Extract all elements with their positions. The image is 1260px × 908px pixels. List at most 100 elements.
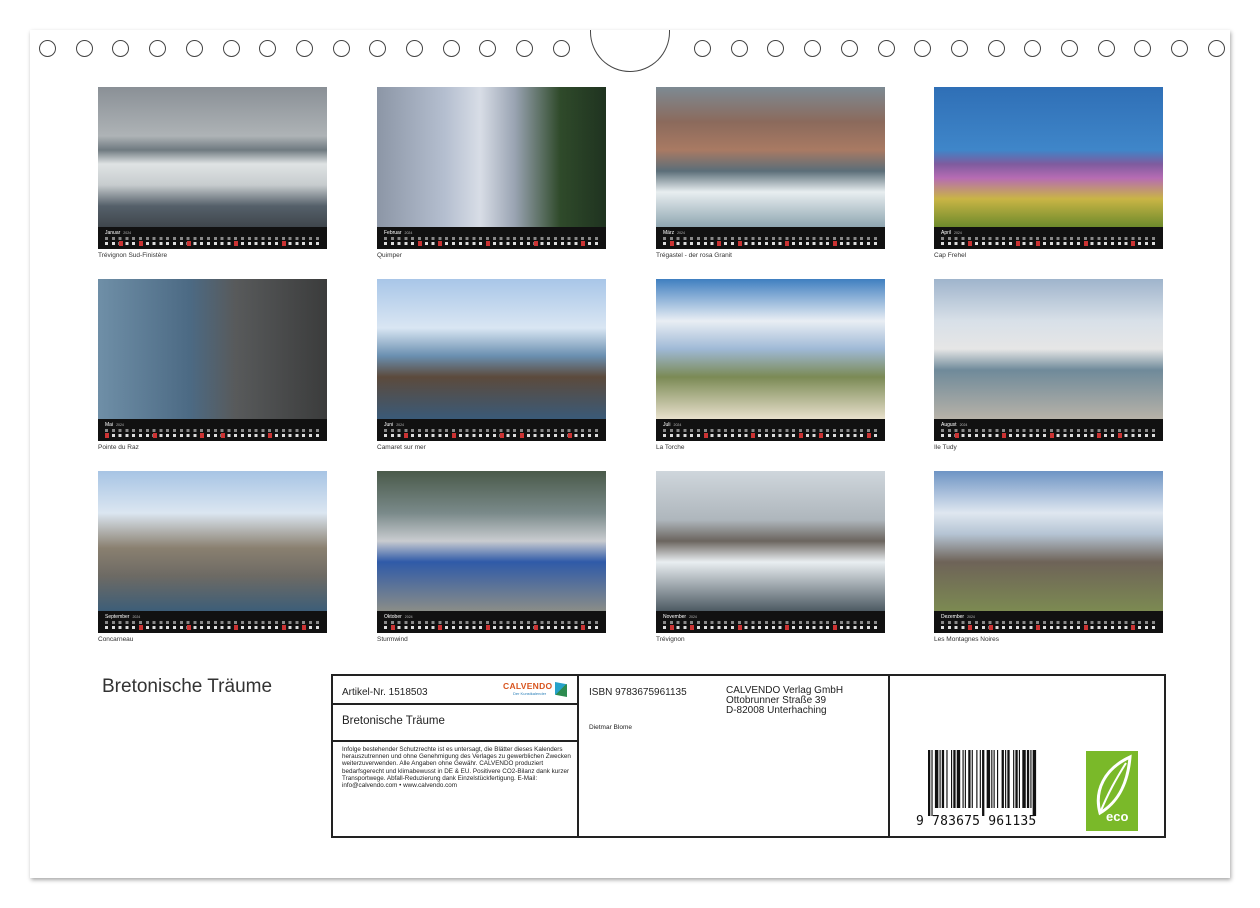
sunday-marker <box>1131 625 1136 630</box>
sunday-marker <box>533 625 538 630</box>
barcode-bar <box>976 750 978 808</box>
binding-hole <box>552 40 570 57</box>
article-column: Artikel-Nr. 1518503 CALVENDO Der Kunstka… <box>333 676 579 836</box>
month-panel: Dezember 2024 Les Montagnes Noires <box>934 471 1163 643</box>
month-name: Oktober <box>384 614 402 620</box>
month-label: Juli 2024 <box>663 422 681 428</box>
month-photo <box>377 279 606 419</box>
barcode-bar <box>968 750 971 808</box>
binding-hole <box>694 40 711 57</box>
month-year: 2024 <box>954 231 962 235</box>
article-row: Artikel-Nr. 1518503 CALVENDO Der Kunstka… <box>333 676 577 705</box>
sunday-marker <box>486 625 490 630</box>
sunday-marker <box>302 625 307 630</box>
calendar-strip: Mai 2024 <box>98 419 327 441</box>
sunday-marker <box>867 433 871 438</box>
barcode-number: 9 783675 961135 <box>916 814 1037 829</box>
barcode-bar <box>991 750 993 808</box>
photo-caption: Les Montagnes Noires <box>934 636 1000 643</box>
month-name: April <box>941 230 952 236</box>
month-panel: September 2024 Concarneau <box>98 471 327 643</box>
day-numbers-row <box>105 434 320 437</box>
month-photo <box>377 87 606 227</box>
calendar-strip: Juni 2024 <box>377 419 606 441</box>
barcode-bar <box>931 750 933 816</box>
month-photo <box>98 471 327 611</box>
month-name: August <box>941 422 957 428</box>
photo-caption: Trévignon <box>656 636 685 643</box>
calendar-strip: August 2024 <box>934 419 1163 441</box>
month-year: 2024 <box>959 423 968 427</box>
month-name: Januar <box>105 230 121 236</box>
binding-hole <box>406 40 423 57</box>
sunday-marker <box>390 625 395 630</box>
month-year: 2024 <box>396 423 404 427</box>
month-name: Juli <box>663 422 671 428</box>
barcode-bar <box>941 750 945 808</box>
day-numbers-row <box>384 242 599 245</box>
sunday-marker <box>717 241 722 246</box>
barcode-bar <box>934 750 939 808</box>
hanger-cutout <box>590 30 670 72</box>
binding-hole <box>332 40 350 57</box>
eco-label: eco <box>1106 809 1129 824</box>
binding-hole <box>914 40 932 57</box>
sunday-marker <box>186 241 191 246</box>
month-year: 2024 <box>967 615 975 619</box>
binding-hole <box>1207 40 1225 57</box>
month-name: Mai <box>105 422 114 428</box>
product-info-box: Artikel-Nr. 1518503 CALVENDO Der Kunstka… <box>331 674 1166 838</box>
barcode-bar <box>993 750 995 808</box>
binding-hole <box>1171 40 1189 57</box>
sunday-marker <box>567 433 572 438</box>
month-label: Mai 2024 <box>105 422 124 428</box>
calvendo-logo: CALVENDO Der Kunstkalender <box>503 681 567 699</box>
article-number: Artikel-Nr. 1518503 <box>342 687 428 698</box>
isbn-barcode: 9 783675 961135 <box>916 750 1076 829</box>
month-year: 2024 <box>404 231 413 235</box>
sunday-marker <box>268 433 273 438</box>
barcode-bar <box>953 750 956 808</box>
binding-hole <box>730 40 748 57</box>
day-numbers-row <box>941 434 1156 437</box>
sunday-marker <box>499 433 504 438</box>
calendar-strip: November 2024 <box>656 611 885 633</box>
sunday-marker <box>220 433 225 438</box>
sunday-marker <box>968 241 973 246</box>
sunday-marker <box>281 241 286 246</box>
sunday-marker <box>988 625 993 630</box>
binding-hole <box>369 40 387 57</box>
binding-hole <box>112 40 130 57</box>
month-panel: August 2024 Ile Tudy <box>934 279 1163 451</box>
weekday-row <box>105 621 320 624</box>
month-name: Dezember <box>941 614 965 620</box>
binding-hole <box>295 40 313 57</box>
sunday-marker <box>234 625 239 630</box>
binding-hole <box>767 40 785 57</box>
sunday-marker <box>690 625 695 630</box>
barcode-bar <box>1013 750 1015 808</box>
month-year: 2024 <box>673 423 682 427</box>
binding-hole <box>950 40 968 57</box>
barcode-bar <box>928 750 931 816</box>
sunday-marker <box>737 241 742 246</box>
photo-caption: Sturmwind <box>377 636 408 643</box>
sunday-marker <box>1015 241 1020 246</box>
publisher-address: CALVENDO Verlag GmbH Ottobrunner Straße … <box>726 686 843 716</box>
eco-badge: eco <box>1086 751 1138 831</box>
month-panel: Juli 2024 La Torche <box>656 279 885 451</box>
month-panel: April 2024 Cap Frehel <box>934 87 1163 259</box>
day-numbers-row <box>384 626 599 629</box>
month-panel: Mai 2024 Pointe du Raz <box>98 279 327 451</box>
binding-hole <box>987 40 1005 57</box>
sunday-marker <box>1002 433 1007 438</box>
day-numbers-row <box>941 626 1156 629</box>
weekday-row <box>941 621 1156 624</box>
photo-caption: Cap Frehel <box>934 252 967 259</box>
spiral-binding <box>0 0 1260 80</box>
sunday-marker <box>954 433 959 438</box>
sunday-marker <box>186 625 191 630</box>
sunday-marker <box>533 241 538 246</box>
month-year: 2024 <box>123 231 132 235</box>
weekday-row <box>384 237 599 240</box>
